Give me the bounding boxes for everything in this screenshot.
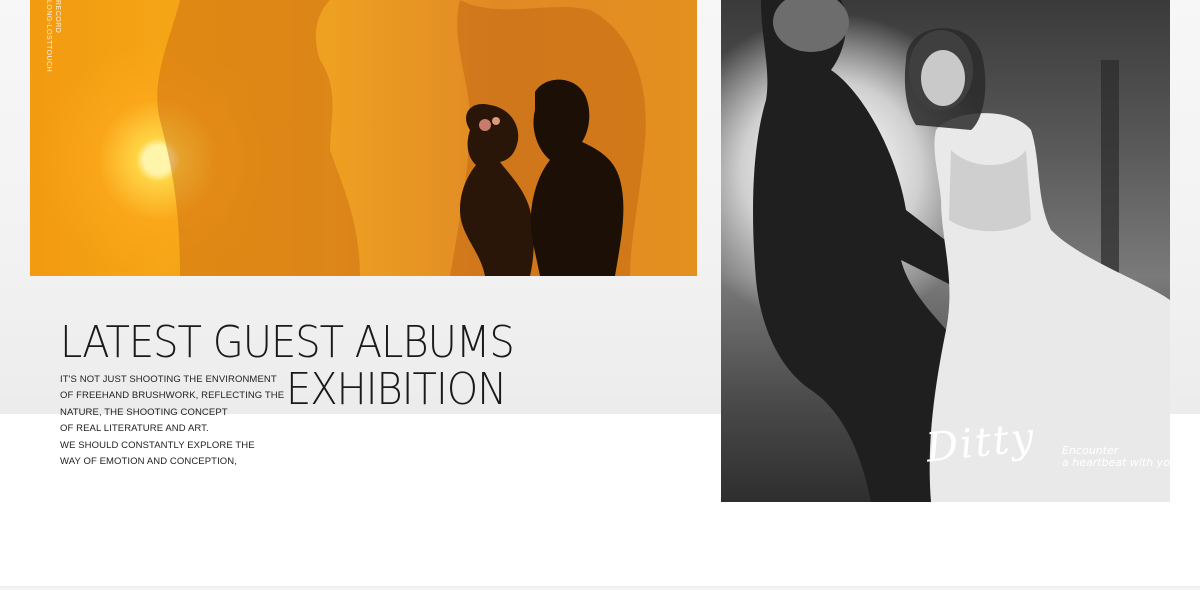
bw-couple-photo[interactable]: Ditty Encounter a heartbeat with you: [721, 0, 1170, 502]
vertical-caption: RECORD LONG-LOSTTOUCH: [44, 0, 62, 72]
description-line: NATURE, THE SHOOTING CONCEPT: [60, 406, 228, 418]
tagline: Encounter a heartbeat with you: [1062, 445, 1170, 469]
description-line: WE SHOULD CONSTANTLY EXPLORE THE: [60, 439, 255, 451]
vertical-caption-line: RECORD: [54, 0, 61, 34]
section-subtitle: EXHIBITION: [286, 365, 507, 415]
bottom-divider: [0, 586, 1200, 590]
description-line: IT'S NOT JUST SHOOTING THE ENVIRONMENT: [60, 374, 277, 385]
tagline-line: a heartbeat with you: [1062, 456, 1170, 469]
description-line: OF REAL LITERATURE AND ART.: [60, 423, 209, 435]
sunset-silhouettes: [157, 0, 646, 276]
sunset-couple-photo[interactable]: RECORD LONG-LOSTTOUCH: [30, 0, 697, 276]
description-line: WAY OF EMOTION AND CONCEPTION,: [60, 456, 238, 468]
section-description: IT'S NOT JUST SHOOTING THE ENVIRONMENT O…: [60, 372, 285, 470]
description-line: OF FREEHAND BRUSHWORK, REFLECTING THE: [60, 390, 285, 402]
section-title: LATEST GUEST ALBUMS: [60, 318, 515, 368]
vertical-caption-line: LONG-LOSTTOUCH: [45, 0, 52, 73]
